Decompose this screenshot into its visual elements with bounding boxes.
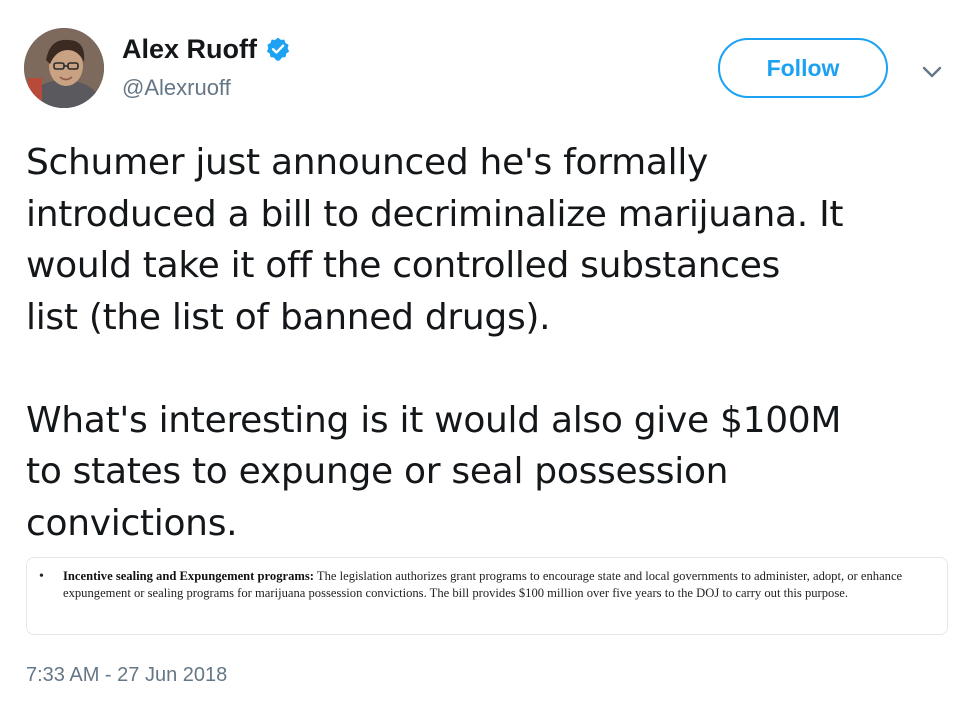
bullet-point: • [39, 569, 44, 584]
media-image[interactable]: • Incentive sealing and Expungement prog… [26, 557, 948, 635]
tweet-paragraph-1: Schumer just announced he's formally int… [26, 142, 844, 338]
tweet-paragraph-2: What's interesting is it would also give… [26, 399, 842, 544]
tweet-text: Schumer just announced he's formally int… [26, 137, 966, 549]
follow-button[interactable]: Follow [718, 38, 888, 98]
author-display-name[interactable]: Alex Ruoff [122, 32, 257, 66]
document-excerpt: • Incentive sealing and Expungement prog… [37, 568, 937, 602]
author-handle[interactable]: @Alexruoff [122, 74, 231, 102]
tweet-card: Alex Ruoff @Alexruoff Follow Schumer jus… [0, 0, 980, 701]
avatar-photo [24, 28, 104, 108]
excerpt-body: Incentive sealing and Expungement progra… [63, 568, 937, 602]
chevron-down-icon[interactable] [920, 60, 944, 84]
author-name-row[interactable]: Alex Ruoff [122, 32, 291, 66]
tweet-timestamp[interactable]: 7:33 AM - 27 Jun 2018 [26, 662, 227, 688]
verified-badge-icon [266, 37, 290, 61]
avatar[interactable] [24, 28, 104, 108]
excerpt-heading: Incentive sealing and Expungement progra… [63, 569, 314, 583]
